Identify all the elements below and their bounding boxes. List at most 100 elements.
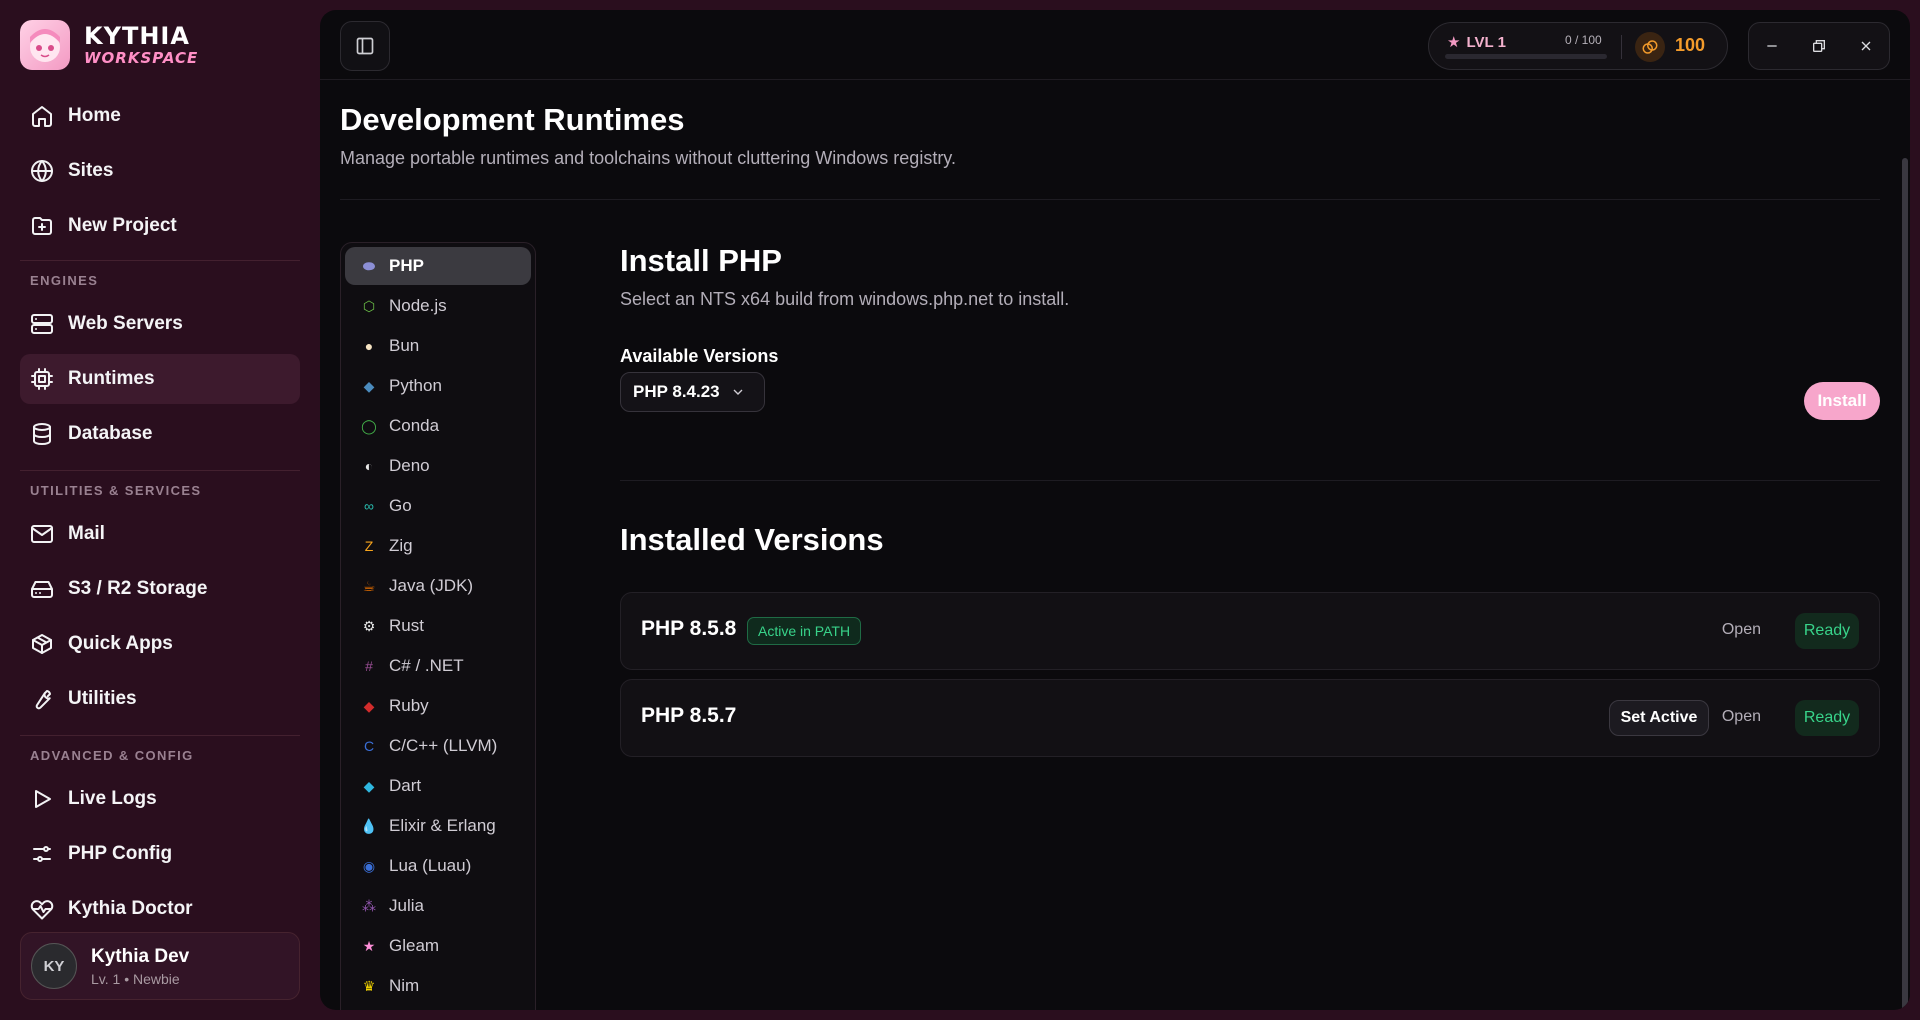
runtime-item[interactable]: ★ Gleam [345, 927, 531, 965]
globe-icon [30, 159, 54, 183]
pill-separator [1621, 35, 1622, 59]
main-panel: ★ LVL 1 0 / 100 100 Development Runtimes… [320, 10, 1910, 1010]
nav-storage[interactable]: S3 / R2 Storage [20, 564, 300, 614]
user-level: Lv. 1 • Newbie [91, 970, 180, 987]
nav-new-project[interactable]: New Project [20, 201, 300, 251]
nav-mail[interactable]: Mail [20, 509, 300, 559]
sidebar-toggle-button[interactable] [340, 21, 390, 71]
gleam-icon: ★ [362, 937, 376, 954]
runtime-item[interactable]: 💧 Elixir & Erlang [345, 807, 531, 845]
nav-new-project-label: New Project [68, 215, 177, 236]
bun-icon: ● [364, 338, 374, 354]
minimize-icon[interactable] [1760, 34, 1784, 58]
runtime-list: ⬬ PHP ⬡ Node.js ● Bun ◆ Python ◯ Conda ◐ Deno ∞ Go Z Zi… [340, 242, 536, 1010]
nav-doctor[interactable]: Kythia Doctor [20, 884, 300, 934]
brand[interactable]: KYTHIA WORKSPACE [20, 20, 198, 70]
runtime-item[interactable]: ◆ Dart [345, 767, 531, 805]
user-card[interactable]: KY Kythia Dev Lv. 1 • Newbie [20, 932, 300, 1000]
runtime-item-label: Rust [389, 616, 424, 635]
mail-icon [30, 522, 54, 546]
divider [20, 735, 300, 736]
runtime-item-label: C# / .NET [389, 656, 464, 675]
runtime-item-label: Python [389, 376, 442, 395]
nav-database[interactable]: Database [20, 409, 300, 459]
section-utilities: UTILITIES & SERVICES [30, 483, 202, 498]
runtime-item[interactable]: ⚙ Rust [345, 607, 531, 645]
wrench-icon [30, 687, 54, 711]
nodejs-icon: ⬡ [362, 297, 376, 314]
zig-icon: Z [364, 538, 374, 554]
runtime-item[interactable]: ⬡ Node.js [345, 287, 531, 325]
user-name: Kythia Dev [91, 945, 190, 967]
runtime-item[interactable]: ● Bun [345, 327, 531, 365]
scrollbar[interactable] [1900, 80, 1910, 1010]
close-icon[interactable] [1854, 34, 1878, 58]
folder-plus-icon [30, 214, 54, 238]
play-icon [30, 787, 54, 811]
divider [620, 480, 1880, 481]
runtime-item[interactable]: ∞ Go [345, 487, 531, 525]
version-name: PHP 8.5.8 [641, 617, 737, 640]
nav-php-config[interactable]: PHP Config [20, 829, 300, 879]
level-indicator[interactable]: ★ LVL 1 0 / 100 100 [1428, 22, 1728, 70]
cpp-icon: C [363, 738, 375, 754]
nav-live-logs[interactable]: Live Logs [20, 774, 300, 824]
open-button[interactable]: Open [1722, 621, 1761, 639]
runtime-item[interactable]: ♛ Nim [345, 967, 531, 1005]
csharp-icon: # [365, 658, 373, 674]
coin-icon [1635, 32, 1665, 62]
version-select[interactable]: PHP 8.4.23 [620, 372, 765, 412]
nav-home[interactable]: Home [20, 91, 300, 141]
nav-runtimes[interactable]: Runtimes [20, 354, 300, 404]
nav-database-label: Database [68, 423, 153, 444]
xp-text: 0 / 100 [1565, 33, 1602, 47]
nav-utilities[interactable]: Utilities [20, 674, 300, 724]
runtime-item-label: Nim [389, 976, 420, 995]
runtime-item[interactable]: ◐ Deno [345, 447, 531, 485]
nav-live-logs-label: Live Logs [68, 788, 157, 809]
hard-drive-icon [30, 577, 54, 601]
runtime-item-label: Bun [389, 336, 420, 355]
nav-sites[interactable]: Sites [20, 146, 300, 196]
runtime-item-label: Java (JDK) [389, 576, 474, 595]
open-button[interactable]: Open [1722, 708, 1761, 726]
runtime-item[interactable]: C C/C++ (LLVM) [345, 727, 531, 765]
version-name: PHP 8.5.7 [641, 704, 737, 727]
runtime-item-label: Ruby [389, 696, 429, 715]
install-button[interactable]: Install [1804, 382, 1880, 420]
runtime-item[interactable]: ⬬ PHP [345, 247, 531, 285]
elixir-icon: 💧 [360, 817, 378, 834]
level-label: ★ LVL 1 [1447, 33, 1506, 52]
star-icon: ★ [1447, 34, 1461, 51]
runtime-item[interactable]: # C# / .NET [345, 647, 531, 685]
runtime-item[interactable]: ☕ Java (JDK) [345, 567, 531, 605]
dart-icon: ◆ [363, 777, 375, 794]
installed-title: Installed Versions [620, 522, 884, 557]
nav-runtimes-label: Runtimes [68, 368, 155, 389]
julia-icon: ⁂ [362, 897, 376, 914]
nav-web-servers[interactable]: Web Servers [20, 299, 300, 349]
restore-icon[interactable] [1807, 34, 1831, 58]
runtime-item[interactable]: ◆ Python [345, 367, 531, 405]
nav-quick-apps[interactable]: Quick Apps [20, 619, 300, 669]
php-icon: ⬬ [363, 257, 375, 274]
set-active-button[interactable]: Set Active [1609, 700, 1709, 736]
scroll-thumb[interactable] [1902, 158, 1908, 1010]
runtime-item[interactable]: ⁂ Julia [345, 887, 531, 925]
heart-pulse-icon [30, 897, 54, 921]
status-badge: Ready [1795, 613, 1859, 649]
cpu-icon [30, 367, 54, 391]
available-versions-label: Available Versions [620, 346, 779, 366]
runtime-item[interactable]: ◉ Lua (Luau) [345, 847, 531, 885]
runtime-item[interactable]: ◆ Ruby [345, 687, 531, 725]
runtime-item[interactable]: ◯ Conda [345, 407, 531, 445]
ruby-icon: ◆ [363, 697, 375, 714]
runtime-item-label: Elixir & Erlang [389, 816, 496, 835]
package-icon [30, 632, 54, 656]
runtime-item-label: Deno [389, 456, 430, 475]
runtime-item-label: Go [389, 496, 412, 515]
sliders-icon [30, 842, 54, 866]
runtime-item[interactable]: Z Zig [345, 527, 531, 565]
java-icon: ☕ [362, 577, 376, 594]
nav-doctor-label: Kythia Doctor [68, 898, 193, 919]
